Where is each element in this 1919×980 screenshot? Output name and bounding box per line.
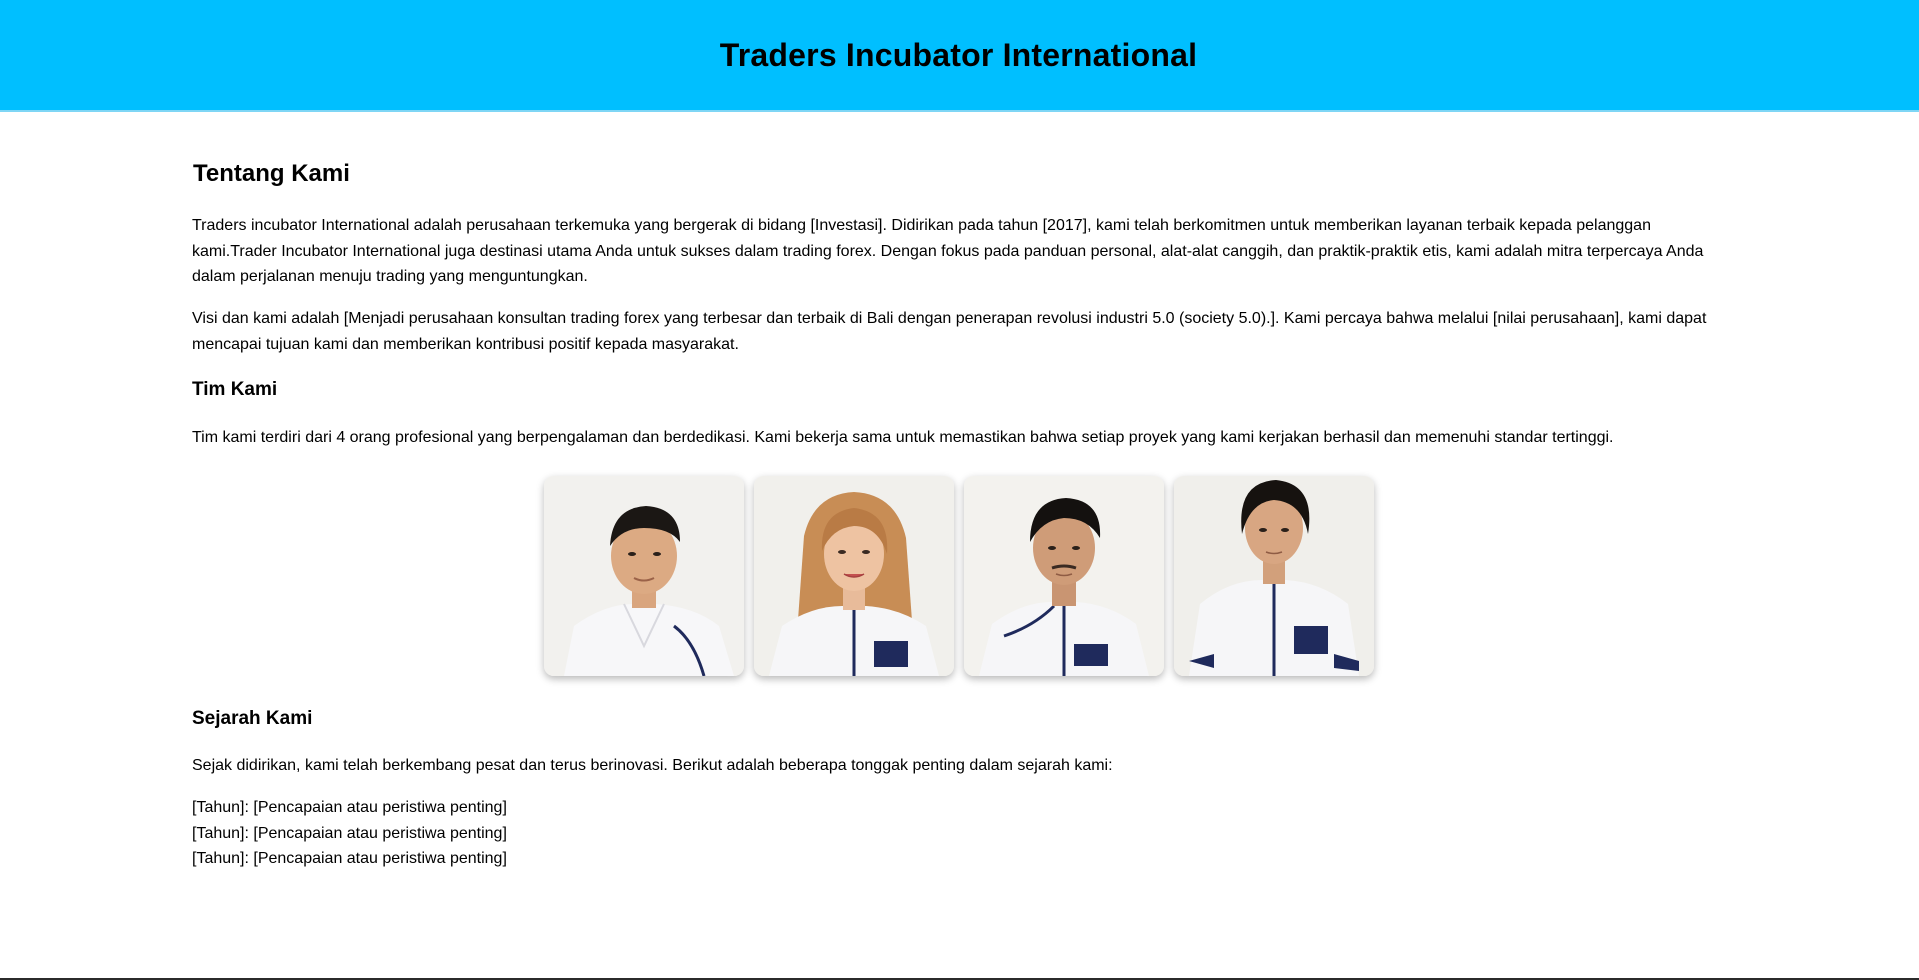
team-member-photo-4 xyxy=(1174,476,1374,676)
list-item: [Tahun]: [Pencapaian atau peristiwa pent… xyxy=(192,824,507,842)
team-member-photo-2 xyxy=(754,476,954,676)
history-intro: Sejak didirikan, kami telah berkembang p… xyxy=(192,757,1113,774)
history-heading: Sejarah Kami xyxy=(192,708,313,729)
about-intro-text: Traders incubator International adalah p… xyxy=(192,217,1704,285)
list-item: [Tahun]: [Pencapaian atau peristiwa pent… xyxy=(192,850,507,867)
team-description: Tim kami terdiri dari 4 orang profesiona… xyxy=(192,429,1614,446)
team-heading: Tim Kami xyxy=(192,379,278,400)
list-item: [Tahun]: [Pencapaian atau peristiwa pent… xyxy=(192,799,507,816)
team-photo-gallery xyxy=(544,476,1374,676)
site-header: Traders Incubator International xyxy=(0,0,1919,112)
about-heading: Tentang Kami xyxy=(193,160,350,187)
team-member-photo-3 xyxy=(964,476,1164,676)
team-member-photo-1 xyxy=(544,476,744,676)
site-title: Traders Incubator International xyxy=(719,36,1198,73)
about-vision-text: Visi dan kami adalah [Menjadi perusahaan… xyxy=(192,310,1707,353)
milestone-list: [Tahun]: [Pencapaian atau peristiwa pent… xyxy=(192,795,507,872)
